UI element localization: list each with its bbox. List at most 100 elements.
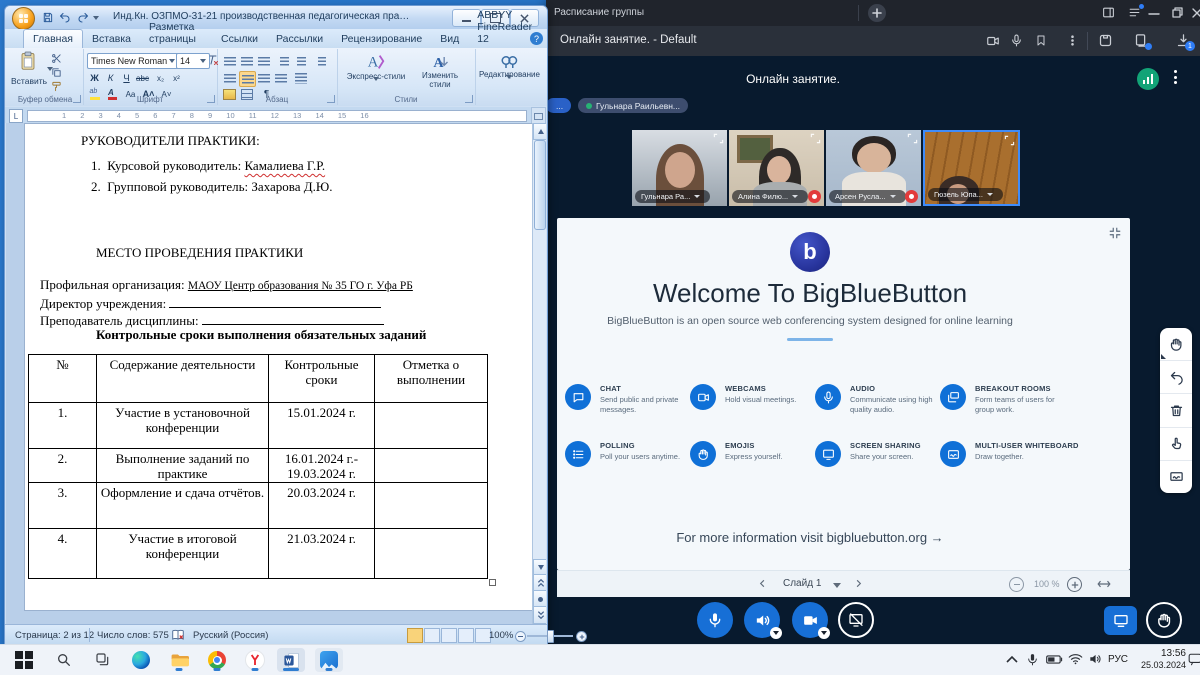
mic-permission-icon[interactable] [1010,34,1023,47]
webcam-button[interactable] [792,602,828,638]
multilevel-list-button[interactable] [256,54,271,68]
editing-button[interactable]: Редактирование [479,54,539,97]
fullscreen-icon[interactable] [1004,135,1015,146]
next-page-button[interactable] [533,606,546,624]
webcam-name-pill[interactable]: Гульнара Ра... [635,190,710,203]
horizontal-ruler[interactable]: L 1 2 3 4 5 6 7 8 9 10 11 12 13 14 15 16 [5,107,533,123]
help-button[interactable]: ? [530,32,543,45]
previous-slide-icon[interactable] [757,578,768,589]
format-painter-icon[interactable] [51,81,62,92]
fit-width-icon[interactable] [1097,579,1111,589]
options-menu-icon[interactable] [1174,70,1177,84]
camera-permission-icon[interactable] [986,34,1000,48]
whiteboard-undo-button[interactable] [1160,361,1192,394]
webcam-name-pill[interactable]: Алина Филю... [732,190,808,203]
spellcheck-status-icon[interactable] [171,628,185,642]
browser-tab[interactable]: Расписание группы [554,7,644,18]
print-layout-view-button[interactable] [407,628,423,643]
talker-pill[interactable]: Гульнара Раильевн... [578,98,688,113]
notification-center-icon[interactable] [1188,653,1200,666]
tab-list-icon[interactable] [1128,6,1141,19]
webcam-tile[interactable]: Гульнара Ра... [632,130,727,206]
download-icon[interactable]: 1 [1176,33,1191,48]
multi-user-whiteboard-button[interactable] [1160,428,1192,461]
dialog-launcher[interactable] [73,95,81,103]
next-slide-icon[interactable] [853,578,864,589]
numbering-button[interactable] [239,54,254,68]
connection-status-icon[interactable] [1137,68,1159,90]
superscript-button[interactable]: x² [169,71,184,85]
address-bar-title[interactable]: Онлайн занятие. - Default [560,34,697,46]
edge-button[interactable] [127,648,155,672]
outline-view-button[interactable] [458,628,474,643]
qat-dropdown-icon[interactable] [93,16,99,20]
document-area[interactable]: РУКОВОДИТЕЛИ ПРАКТИКИ: 1. Курсовой руков… [6,123,546,625]
screenshare-button[interactable] [838,602,874,638]
start-button[interactable] [10,648,38,672]
browser-restore-button[interactable] [1170,6,1184,20]
fullscreen-icon[interactable] [810,133,821,144]
zoom-out-button[interactable] [515,631,526,642]
mute-button[interactable] [697,602,733,638]
tray-volume-icon[interactable] [1088,652,1102,666]
clock[interactable]: 13:56 25.03.2024 [1134,647,1186,672]
undo-button[interactable] [57,10,73,25]
tab-references[interactable]: Ссылки [212,30,267,48]
font-name-combo[interactable]: Times New Roman [87,53,179,69]
tab-home[interactable]: Главная [23,29,83,48]
tab-view[interactable]: Вид [431,30,468,48]
tab-page-layout[interactable]: Разметка страницы [140,18,212,48]
bullets-button[interactable] [222,54,237,68]
sidebar-toggle-icon[interactable] [1102,6,1115,19]
yandex-browser-button[interactable] [241,648,269,672]
tray-mic-icon[interactable] [1026,652,1039,667]
align-left-button[interactable] [222,71,237,85]
browser-close-button[interactable] [1190,6,1200,20]
justify-button[interactable] [273,71,288,85]
task-view-button[interactable] [89,648,117,672]
tab-review[interactable]: Рецензирование [332,30,431,48]
zoom-slider-thumb[interactable] [547,630,554,643]
restore-presentation-button[interactable] [1104,606,1137,635]
cut-icon[interactable] [51,53,62,64]
fullscreen-view-button[interactable] [424,628,440,643]
dialog-launcher[interactable] [465,95,473,103]
zoom-in-button[interactable] [576,631,587,642]
underline-button[interactable]: Ч [119,71,134,85]
quick-styles-button[interactable]: A Экспресс-стили [345,52,407,99]
dialog-launcher[interactable] [327,95,335,103]
italic-button[interactable]: К [103,71,118,85]
new-tab-button[interactable] [868,4,886,22]
vertical-scrollbar[interactable] [532,123,546,625]
talker-pill-overflow[interactable]: ... [546,98,571,113]
increase-indent-button[interactable] [294,54,309,68]
align-right-button[interactable] [256,71,271,85]
change-styles-button[interactable]: A Изменить стили [411,52,469,90]
word-count[interactable]: Число слов: 575 [97,630,169,641]
strikethrough-button[interactable]: abc [135,71,150,85]
extension-icon[interactable] [1098,33,1113,48]
photos-button[interactable] [315,648,343,672]
minimize-presentation-icon[interactable] [1108,226,1122,240]
zoom-out-icon[interactable] [1009,577,1024,592]
copy-icon[interactable] [51,67,62,78]
sort-button[interactable] [314,54,329,68]
scroll-up-button[interactable] [533,123,546,140]
file-explorer-button[interactable] [165,648,193,672]
line-spacing-button[interactable] [293,71,308,85]
document-page[interactable]: РУКОВОДИТЕЛИ ПРАКТИКИ: 1. Курсовой руков… [24,123,536,611]
office-button[interactable] [12,7,35,30]
bookmark-icon[interactable] [1035,34,1047,47]
table-resize-handle[interactable] [489,579,496,586]
word-taskbar-button[interactable] [277,648,305,672]
slide-dropdown-icon[interactable] [833,583,841,588]
whiteboard-tool-hand[interactable] [1160,328,1192,361]
fullscreen-icon[interactable] [907,133,918,144]
raise-hand-button[interactable] [1146,602,1182,638]
tab-insert[interactable]: Вставка [83,30,140,48]
paste-button[interactable]: Вставить [11,51,45,91]
bold-button[interactable]: Ж [87,71,102,85]
tray-battery-icon[interactable] [1046,654,1063,665]
webcam-tile[interactable]: Арсен Русла... [826,130,921,206]
webcam-name-pill[interactable]: Гюзель Юпа... [928,188,1003,201]
